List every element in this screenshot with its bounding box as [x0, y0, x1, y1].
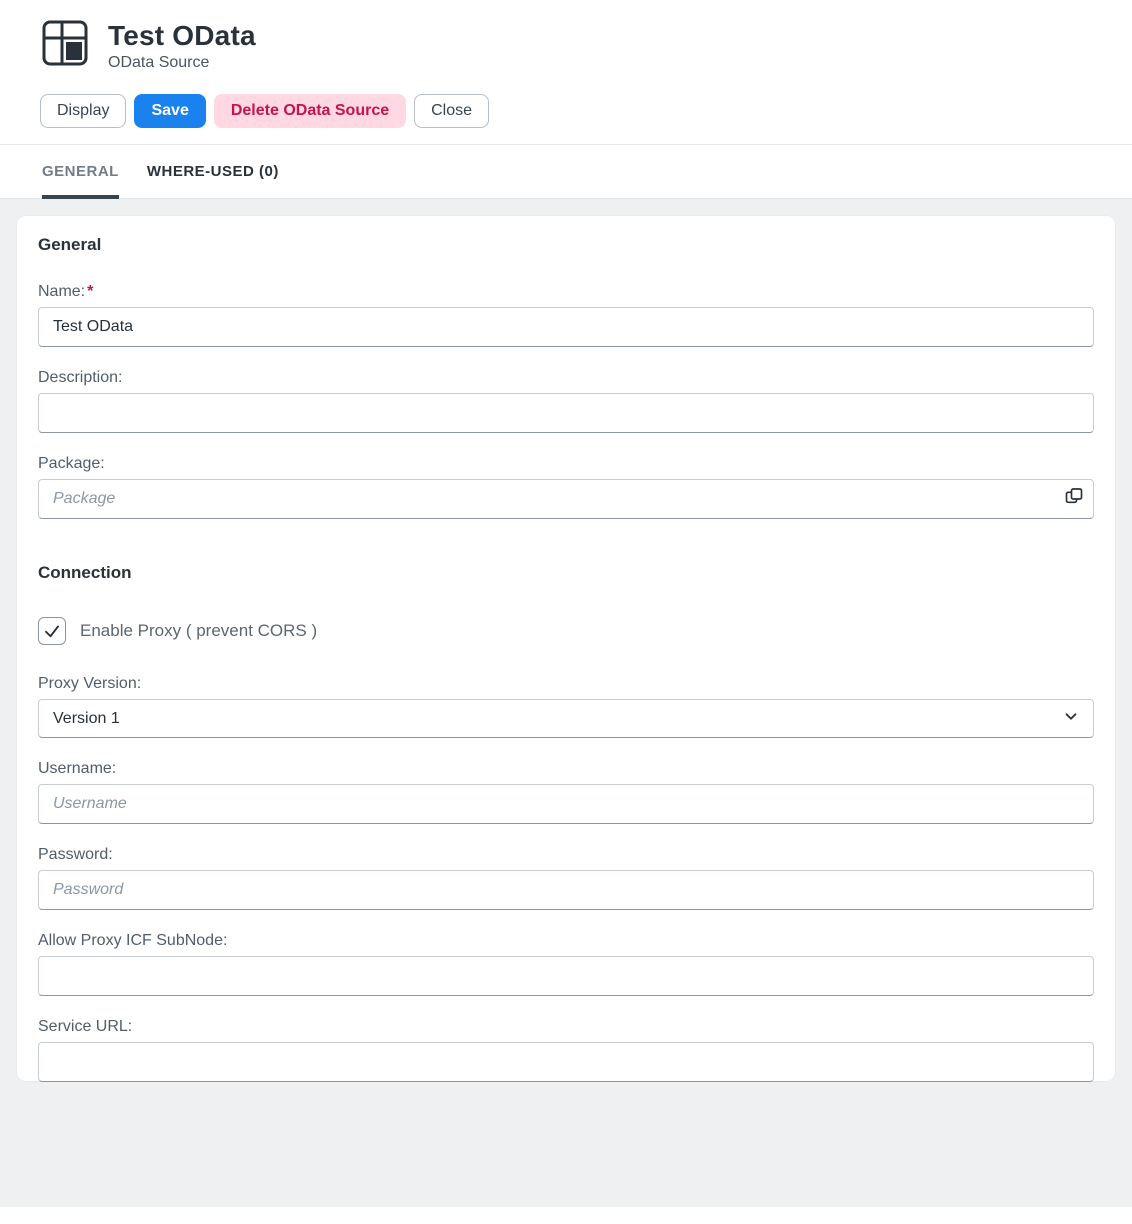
- required-star: *: [87, 283, 93, 300]
- header: Test OData OData Source: [0, 0, 1132, 72]
- tab-general[interactable]: GENERAL: [42, 145, 119, 199]
- field-allow-subnode: Allow Proxy ICF SubNode:: [38, 932, 1094, 996]
- proxy-version-label: Proxy Version:: [38, 675, 1094, 693]
- save-button[interactable]: Save: [134, 94, 205, 128]
- allow-subnode-input[interactable]: [38, 956, 1094, 996]
- field-password: Password:: [38, 846, 1094, 910]
- password-input[interactable]: [38, 870, 1094, 910]
- field-name: Name:*: [38, 283, 1094, 347]
- package-label: Package:: [38, 455, 1094, 473]
- description-input[interactable]: [38, 393, 1094, 433]
- service-url-label: Service URL:: [38, 1018, 1094, 1036]
- name-input[interactable]: [38, 307, 1094, 347]
- odata-source-icon: [40, 18, 90, 68]
- allow-subnode-label: Allow Proxy ICF SubNode:: [38, 932, 1094, 950]
- section-connection-heading: Connection: [38, 563, 1094, 583]
- package-browse-icon[interactable]: [1064, 487, 1084, 512]
- page-subtitle: OData Source: [108, 54, 256, 72]
- field-proxy-version: Proxy Version: Version 1: [38, 675, 1094, 738]
- page-title: Test OData: [108, 20, 256, 52]
- name-label-text: Name:: [38, 283, 85, 300]
- service-url-input[interactable]: [38, 1042, 1094, 1082]
- tab-where-used[interactable]: WHERE-USED (0): [147, 145, 279, 199]
- field-package: Package:: [38, 455, 1094, 519]
- description-label: Description:: [38, 369, 1094, 387]
- tabs: GENERAL WHERE-USED (0): [0, 145, 1132, 199]
- name-label: Name:*: [38, 283, 1094, 301]
- enable-proxy-row: Enable Proxy ( prevent CORS ): [38, 617, 1094, 645]
- form-card: General Name:* Description: Package:: [16, 215, 1116, 1082]
- username-label: Username:: [38, 760, 1094, 778]
- delete-button[interactable]: Delete OData Source: [214, 94, 406, 128]
- title-block: Test OData OData Source: [108, 18, 256, 72]
- display-button[interactable]: Display: [40, 94, 126, 128]
- username-input[interactable]: [38, 784, 1094, 824]
- enable-proxy-checkbox[interactable]: [38, 617, 66, 645]
- section-general-heading: General: [38, 235, 1094, 255]
- close-button[interactable]: Close: [414, 94, 489, 128]
- password-label: Password:: [38, 846, 1094, 864]
- body-area: General Name:* Description: Package:: [0, 199, 1132, 1207]
- toolbar: Display Save Delete OData Source Close: [0, 72, 1132, 144]
- field-username: Username:: [38, 760, 1094, 824]
- enable-proxy-label: Enable Proxy ( prevent CORS ): [80, 621, 317, 641]
- field-service-url: Service URL:: [38, 1018, 1094, 1082]
- proxy-version-select[interactable]: Version 1: [38, 699, 1094, 738]
- field-description: Description:: [38, 369, 1094, 433]
- package-input[interactable]: [38, 479, 1094, 519]
